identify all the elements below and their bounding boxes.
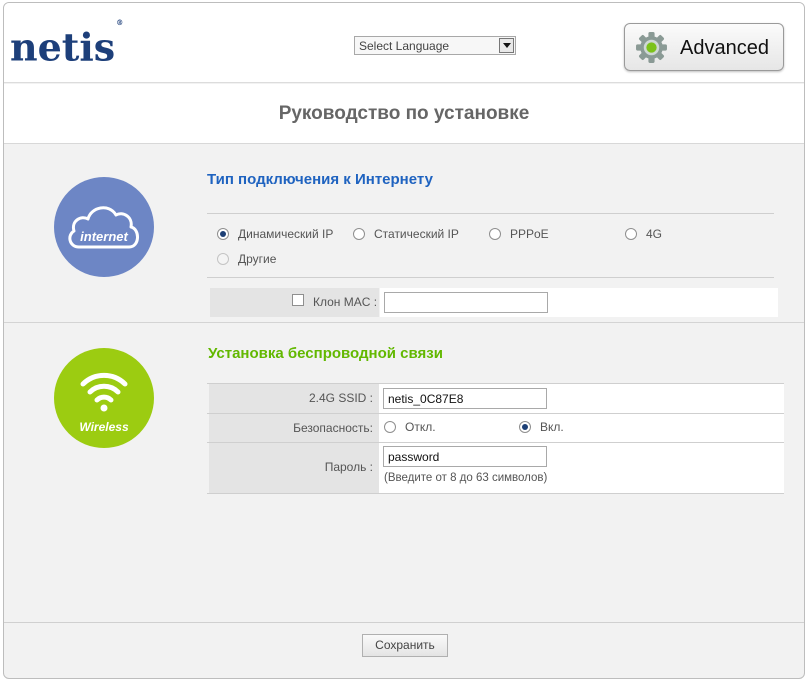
wireless-icon-label: Wireless xyxy=(79,420,129,434)
radio-dynamic-ip-label: Динамический IP xyxy=(238,227,334,241)
security-value-cell xyxy=(379,414,784,442)
advanced-button-label: Advanced xyxy=(680,37,769,59)
wireless-section-title: Установка беспроводной связи xyxy=(208,345,443,362)
radio-pppoe-label: PPPoE xyxy=(510,227,549,241)
radio-pppoe[interactable] xyxy=(489,228,501,240)
radio-other-label: Другие xyxy=(238,252,277,266)
radio-static-ip-label: Статический IP xyxy=(374,227,459,241)
page-title: Руководство по установке xyxy=(278,103,530,124)
page-frame: netis® Select Language Advanced Руководс… xyxy=(3,2,805,679)
ssid-input[interactable] xyxy=(383,388,547,409)
advanced-button[interactable]: Advanced xyxy=(624,23,784,71)
security-label: Безопасность: xyxy=(293,421,373,435)
language-select[interactable]: Select Language xyxy=(354,36,516,55)
mac-clone-label: Клон MAC : xyxy=(313,295,378,309)
radio-4g[interactable] xyxy=(625,228,637,240)
radio-static-ip[interactable] xyxy=(353,228,365,240)
mac-clone-checkbox[interactable] xyxy=(292,294,304,306)
divider xyxy=(207,493,784,494)
netis-logo: netis® xyxy=(10,18,124,70)
radio-4g-label: 4G xyxy=(646,227,663,241)
footer-divider xyxy=(4,622,804,623)
internet-icon: internet xyxy=(54,177,154,277)
divider xyxy=(207,277,774,278)
mac-address-input[interactable] xyxy=(384,292,548,313)
wifi-icon xyxy=(80,372,128,412)
gear-icon xyxy=(636,32,667,63)
wireless-icon: Wireless xyxy=(54,348,154,448)
header: netis® Select Language Advanced xyxy=(4,3,804,83)
cloud-icon xyxy=(68,206,139,249)
radio-security-off[interactable] xyxy=(384,421,396,433)
radio-other[interactable] xyxy=(217,253,229,265)
save-button[interactable]: Сохранить xyxy=(362,634,448,657)
radio-security-off-label: Откл. xyxy=(405,420,436,434)
divider xyxy=(207,213,774,214)
internet-icon-label: internet xyxy=(80,229,128,244)
password-hint: (Введите от 8 до 63 символов) xyxy=(384,472,548,484)
radio-security-on-label: Вкл. xyxy=(540,420,564,434)
password-input[interactable] xyxy=(383,446,547,467)
radio-dynamic-ip[interactable] xyxy=(217,228,229,240)
section-divider xyxy=(4,322,804,323)
language-select-value: Select Language xyxy=(359,39,450,53)
radio-security-on[interactable] xyxy=(519,421,531,433)
ssid-label: 2.4G SSID : xyxy=(308,391,373,405)
title-bar: Руководство по установке xyxy=(4,84,804,144)
chevron-down-icon[interactable] xyxy=(499,38,514,53)
internet-section-title: Тип подключения к Интернету xyxy=(207,171,433,188)
password-label: Пароль : xyxy=(324,460,373,474)
